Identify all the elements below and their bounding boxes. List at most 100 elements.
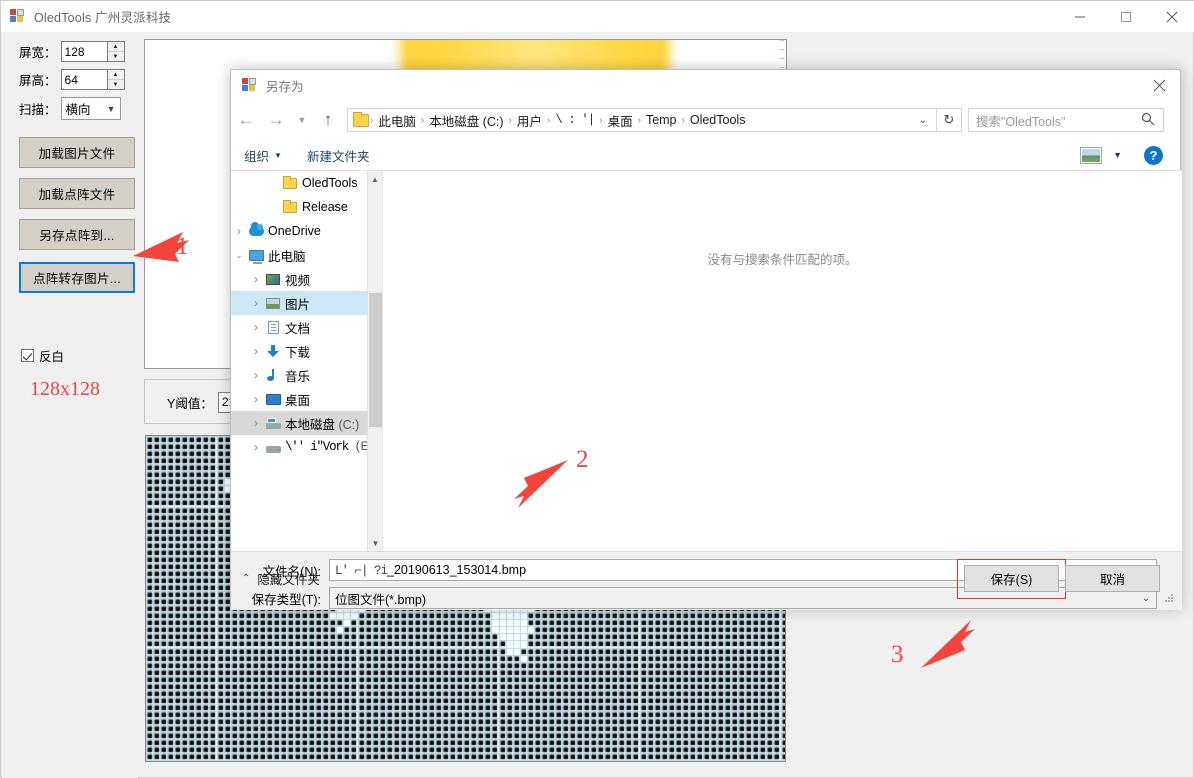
file-list-pane[interactable]: 没有与搜索条件匹配的项。 [383, 171, 1182, 551]
screen-width-value: 128 [64, 45, 85, 59]
chevron-down-icon[interactable]: ▼ [1113, 150, 1122, 160]
minimize-icon[interactable] [1057, 1, 1103, 32]
load-dotmatrix-file-label: 加载点阵文件 [38, 188, 116, 202]
screen-height-value: 64 [64, 73, 78, 87]
disk-icon [264, 442, 282, 453]
resize-grip[interactable] [1165, 594, 1175, 604]
breadcrumb-item-0[interactable]: 此电脑 [374, 111, 420, 130]
chevron-right-icon[interactable]: › [248, 296, 264, 310]
tree-item-label: 桌面 [285, 393, 311, 408]
tree-item-5[interactable]: › 图片 [231, 291, 382, 315]
close-icon[interactable] [1136, 70, 1182, 101]
forward-arrow-icon[interactable]: → [261, 105, 291, 135]
load-dotmatrix-file-button[interactable]: 加载点阵文件 [19, 178, 135, 209]
breadcrumb-item-3[interactable]: \ : '| [551, 113, 598, 127]
tree-item-label: OneDrive [268, 224, 321, 238]
tree-item-1[interactable]: Release [231, 195, 382, 219]
navigation-scrollbar[interactable]: ▲ ▼ [367, 171, 382, 551]
save-button[interactable]: 保存(S) [964, 565, 1059, 592]
chevron-right-icon[interactable]: › [248, 368, 264, 382]
save-dotmatrix-as-button[interactable]: 另存点阵到... [19, 219, 135, 250]
tree-item-10[interactable]: › 本地磁盘 (C:) [231, 411, 382, 435]
video-icon [264, 273, 282, 285]
empty-list-message: 没有与搜索条件匹配的项。 [707, 253, 858, 267]
cancel-button[interactable]: 取消 [1065, 565, 1160, 592]
tree-item-2[interactable]: › OneDrive [231, 219, 382, 243]
scan-direction-row: 扫描： 横向 ▼ [19, 97, 121, 120]
scrollbar-thumb[interactable] [369, 293, 382, 427]
cloud-icon [247, 222, 265, 236]
scan-direction-select[interactable]: 横向 ▼ [60, 97, 121, 120]
annotation-number-2: 2 [576, 446, 589, 473]
breadcrumb-item-4[interactable]: 桌面 [604, 111, 637, 130]
chevron-down-icon[interactable]: ⌄ [910, 115, 936, 126]
dotmatrix-to-image-button[interactable]: 点阵转存图片... [19, 262, 135, 293]
hide-folders-toggle[interactable]: ⌃ 隐藏文件夹 [242, 569, 320, 588]
scroll-up-arrow-icon[interactable]: ▲ [368, 171, 382, 187]
new-folder-label: 新建文件夹 [306, 149, 370, 164]
spin-down-icon[interactable]: ▼ [108, 52, 124, 61]
screen-width-stepper[interactable]: 128 ▲ ▼ [60, 41, 125, 62]
tree-item-7[interactable]: › 下载 [231, 339, 382, 363]
screen-width-spin-arrows[interactable]: ▲ ▼ [106, 42, 124, 61]
chevron-down-icon[interactable]: ⌄ [1136, 593, 1156, 604]
help-button[interactable]: ? [1144, 145, 1163, 165]
search-placeholder: 搜索"OledTools" [976, 114, 1066, 129]
invert-checkbox[interactable]: 反白 [21, 346, 64, 365]
new-folder-button[interactable]: 新建文件夹 [307, 146, 370, 165]
tree-item-9[interactable]: › 桌面 [231, 387, 382, 411]
search-input[interactable]: 搜索"OledTools" [968, 108, 1164, 132]
app-logo-icon [10, 8, 26, 25]
breadcrumb[interactable]: › 此电脑 › 本地磁盘 (C:) › 用户 › \ : '| › 桌面 › T… [347, 108, 937, 132]
annotation-number-3: 3 [891, 641, 904, 668]
tree-item-label: \'' i"Vork (E:) [285, 440, 381, 454]
chevron-right-icon[interactable]: › [248, 440, 264, 454]
navigation-pane: OledTools Release › OneDrive ⌄ 此电脑 › 视频 › 图片 › 文档 › 下… [231, 171, 383, 551]
folder-icon [281, 175, 299, 189]
folder-icon [281, 199, 299, 213]
tree-item-3[interactable]: ⌄ 此电脑 [231, 243, 382, 267]
chevron-right-icon[interactable]: › [231, 224, 247, 238]
breadcrumb-item-1[interactable]: 本地磁盘 (C:) [425, 111, 507, 130]
chevron-right-icon[interactable]: › [248, 272, 264, 286]
dialog-title: 另存为 [266, 80, 304, 94]
chevron-right-icon[interactable]: › [248, 392, 264, 406]
main-window: OledTools 广州灵派科技 屏宽： 128 ▲ ▼ 屏高： 64 ▲ ▼ … [0, 0, 1194, 778]
tree-item-11[interactable]: › \'' i"Vork (E:) [231, 435, 382, 459]
tree-item-6[interactable]: › 文档 [231, 315, 382, 339]
back-arrow-icon[interactable]: ← [231, 105, 261, 135]
local-disk-icon [264, 417, 282, 429]
recent-locations-chevron-down-icon[interactable]: ▼ [291, 105, 313, 135]
maximize-icon[interactable] [1103, 1, 1149, 32]
organize-menu-button[interactable]: 组织 ▼ [244, 146, 282, 165]
breadcrumb-item-6[interactable]: OledTools [686, 113, 750, 127]
tree-item-8[interactable]: › 音乐 [231, 363, 382, 387]
spin-up-icon[interactable]: ▲ [107, 70, 124, 80]
chevron-down-icon[interactable]: ⌄ [231, 250, 247, 261]
chevron-right-icon[interactable]: › [248, 344, 264, 358]
spin-down-icon[interactable]: ▼ [108, 80, 124, 89]
view-layout-icon[interactable] [1080, 146, 1103, 164]
screen-height-spin-arrows[interactable]: ▲ ▼ [106, 70, 124, 89]
cancel-button-label: 取消 [1099, 573, 1125, 587]
scroll-down-arrow-icon[interactable]: ▼ [368, 535, 382, 551]
tree-item-4[interactable]: › 视频 [231, 267, 382, 291]
breadcrumb-item-5[interactable]: Temp [642, 113, 681, 127]
pictures-icon [264, 297, 282, 309]
tree-item-0[interactable]: OledTools [231, 171, 382, 195]
screen-height-stepper[interactable]: 64 ▲ ▼ [60, 69, 125, 90]
chevron-right-icon[interactable]: › [248, 416, 264, 430]
chevron-right-icon[interactable]: › [248, 320, 264, 334]
close-icon[interactable] [1149, 1, 1194, 32]
search-icon [1141, 112, 1163, 129]
scan-direction-label: 扫描： [19, 103, 57, 117]
breadcrumb-item-2[interactable]: 用户 [513, 111, 546, 130]
spin-up-icon[interactable]: ▲ [107, 42, 124, 52]
left-control-panel: 屏宽： 128 ▲ ▼ 屏高： 64 ▲ ▼ 扫描： 横向 ▼ 加载图片文件 加… [2, 32, 138, 778]
refresh-icon[interactable]: ↻ [937, 108, 962, 132]
up-arrow-icon[interactable]: ↑ [313, 105, 343, 135]
dialog-title-bar: 另存为 [231, 70, 1182, 101]
load-image-file-label: 加载图片文件 [38, 147, 116, 161]
screen-width-label: 屏宽： [19, 46, 57, 60]
load-image-file-button[interactable]: 加载图片文件 [19, 137, 135, 168]
